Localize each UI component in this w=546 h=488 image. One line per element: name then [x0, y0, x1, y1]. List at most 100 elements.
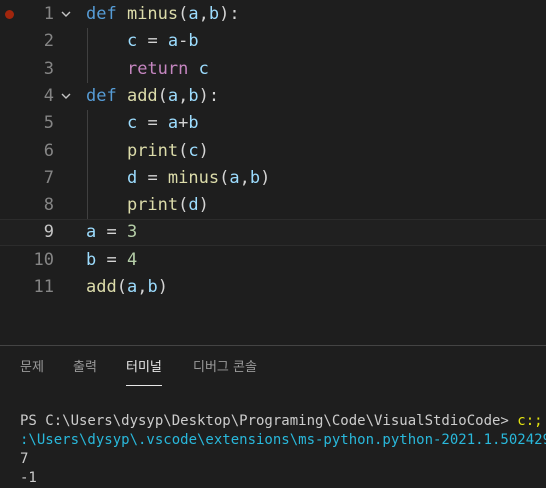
breakpoint-icon[interactable] [5, 10, 14, 19]
code-token: = [137, 113, 168, 134]
code-token: ( [178, 195, 189, 216]
code-token: c [126, 113, 138, 134]
terminal-output-line-1: 7 [20, 451, 29, 467]
code-line[interactable]: 6 print(c) [0, 138, 546, 165]
code-token: a [167, 85, 179, 106]
chevron-down-icon[interactable] [60, 83, 72, 110]
line-number: 8 [43, 195, 54, 216]
code-token: return [126, 58, 189, 79]
code-token: 3 [126, 222, 138, 243]
code-token: , [239, 167, 250, 188]
code-line[interactable]: 2 c = a-b [0, 28, 546, 55]
code-token: ) [198, 195, 209, 216]
code-text[interactable]: def add(a,b): [86, 83, 219, 110]
code-line[interactable]: 7 d = minus(a,b) [0, 165, 546, 192]
code-text[interactable]: c = a-b [86, 28, 199, 55]
code-token: add [86, 277, 117, 297]
terminal-command: c:; cd [517, 413, 543, 429]
code-token: 4 [126, 249, 138, 270]
code-token: c [198, 58, 209, 79]
code-line[interactable]: 5 c = a+b [0, 110, 546, 137]
chevron-down-icon[interactable] [60, 1, 72, 28]
code-token: , [137, 277, 148, 297]
code-token: , [178, 85, 189, 106]
code-line[interactable]: 9 a = 3 [0, 219, 546, 247]
line-number: 4 [43, 85, 54, 106]
tab-terminal[interactable]: 터미널 [126, 358, 162, 386]
code-token: b [86, 249, 97, 270]
code-token: print [126, 140, 179, 161]
code-text[interactable]: def minus(a,b): [86, 1, 240, 28]
code-token: = [96, 222, 127, 243]
terminal-path-line: :\Users\dysyp\.vscode\extensions\ms-pyth… [20, 432, 546, 448]
code-token: add [126, 85, 158, 106]
code-token: b [147, 277, 158, 297]
line-number: 3 [43, 58, 54, 79]
panel-tabs: 문제 출력 터미널 디버그 콘솔 [0, 346, 546, 388]
code-token: def [86, 85, 127, 106]
code-token: ) [260, 167, 271, 188]
code-token: ) [198, 140, 209, 161]
code-text[interactable]: add(a,b) [86, 274, 168, 301]
line-number: 10 [33, 249, 54, 270]
code-token: minus [167, 167, 220, 188]
code-token: c [188, 140, 199, 161]
bottom-panel: 문제 출력 터미널 디버그 콘솔 PS C:\Users\dysyp\Deskt… [0, 345, 546, 486]
code-token: d [126, 167, 138, 188]
line-number: 11 [33, 277, 54, 297]
code-token: b [249, 167, 261, 188]
code-token: , [198, 4, 209, 24]
code-token: ) [157, 277, 168, 297]
code-token: c [126, 31, 138, 52]
tab-output[interactable]: 출력 [73, 358, 97, 378]
code-token: ( [219, 167, 230, 188]
code-token: ): [219, 4, 240, 24]
code-token: b [208, 4, 220, 24]
code-token: a [229, 167, 240, 188]
code-text[interactable]: c = a+b [86, 110, 199, 137]
code-editor[interactable]: 1 def minus(a,b): 2 c = a-b 3 return c 4 def … [0, 0, 546, 345]
code-token: a [86, 222, 97, 243]
code-line[interactable]: 8 print(d) [0, 192, 546, 219]
code-token: = [137, 31, 168, 52]
code-token: = [96, 249, 127, 270]
terminal-prompt: PS C:\Users\dysyp\Desktop\Programing\Cod… [20, 413, 518, 429]
code-token: ): [198, 85, 220, 106]
code-line[interactable]: 10 b = 4 [0, 247, 546, 274]
code-token: ( [157, 85, 168, 106]
code-token: a [167, 31, 179, 52]
code-token: def [86, 4, 127, 24]
code-token: print [126, 195, 179, 216]
line-number: 2 [43, 31, 54, 52]
code-text[interactable]: return c [86, 56, 209, 83]
code-text[interactable]: print(c) [86, 138, 209, 165]
line-number: 1 [43, 4, 54, 24]
code-text[interactable]: b = 4 [86, 247, 137, 274]
line-number: 7 [43, 167, 54, 188]
code-line[interactable]: 4 def add(a,b): [0, 83, 546, 110]
code-text[interactable]: print(d) [86, 192, 209, 219]
code-line[interactable]: 3 return c [0, 56, 546, 83]
code-text[interactable]: a = 3 [86, 220, 137, 245]
code-line[interactable]: 1 def minus(a,b): [0, 1, 546, 28]
code-token: a [167, 113, 179, 134]
code-token: = [137, 167, 168, 188]
terminal-output[interactable]: PS C:\Users\dysyp\Desktop\Programing\Cod… [20, 393, 546, 488]
line-number: 9 [43, 222, 54, 243]
code-token: ( [178, 140, 189, 161]
tab-debug-console[interactable]: 디버그 콘솔 [193, 358, 257, 378]
code-line[interactable]: 11 add(a,b) [0, 274, 546, 301]
code-token: b [188, 31, 199, 52]
code-token: a [126, 277, 138, 297]
code-token: b [188, 85, 199, 106]
code-token: - [178, 31, 189, 52]
tab-problems[interactable]: 문제 [20, 358, 44, 378]
code-text[interactable]: d = minus(a,b) [86, 165, 270, 192]
